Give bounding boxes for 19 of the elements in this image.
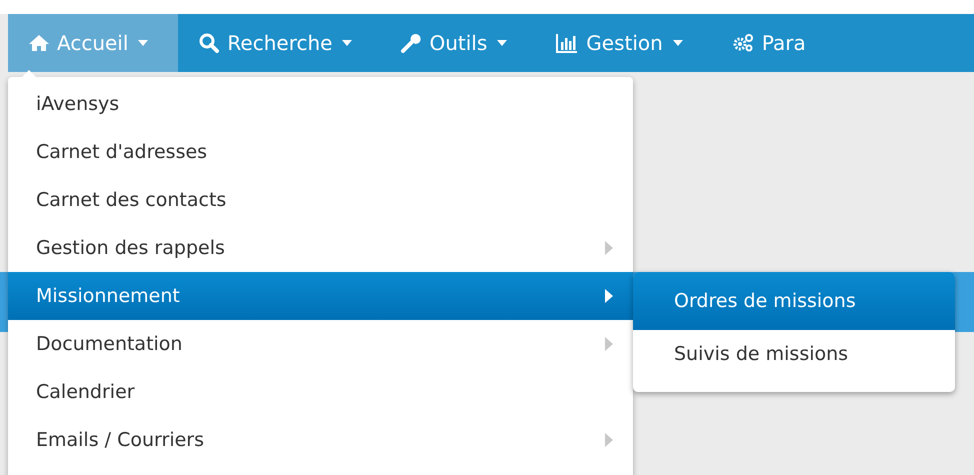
menu-item[interactable]: Emails / Courriers [8,416,633,464]
nav-menu-item[interactable]: Recherche [178,14,380,72]
menu-item[interactable]: Calendrier [8,368,633,416]
menu-item[interactable]: Missionnement [8,272,633,320]
home-icon [29,34,49,52]
nav-menu-item[interactable]: Outils [380,14,536,72]
submenu-item[interactable]: Ordres de missions [633,272,955,330]
nav-menu-item[interactable]: Para [710,14,834,72]
submenu-item[interactable]: Suivis de missions [633,330,955,378]
wrench-icon [401,33,422,53]
menu-item[interactable]: Carnet d'adresses [8,128,633,176]
menu-item[interactable]: Gestion des rappels [8,224,633,272]
menu-item[interactable]: Documentation [8,320,633,368]
nav-menu-item[interactable]: Gestion [535,14,711,72]
gears-icon [732,33,754,53]
menu-item[interactable]: Carnet des contacts [8,176,633,224]
menu-item[interactable]: iAvensys [8,80,633,128]
bar-chart-icon [556,33,578,53]
search-icon [199,33,220,53]
